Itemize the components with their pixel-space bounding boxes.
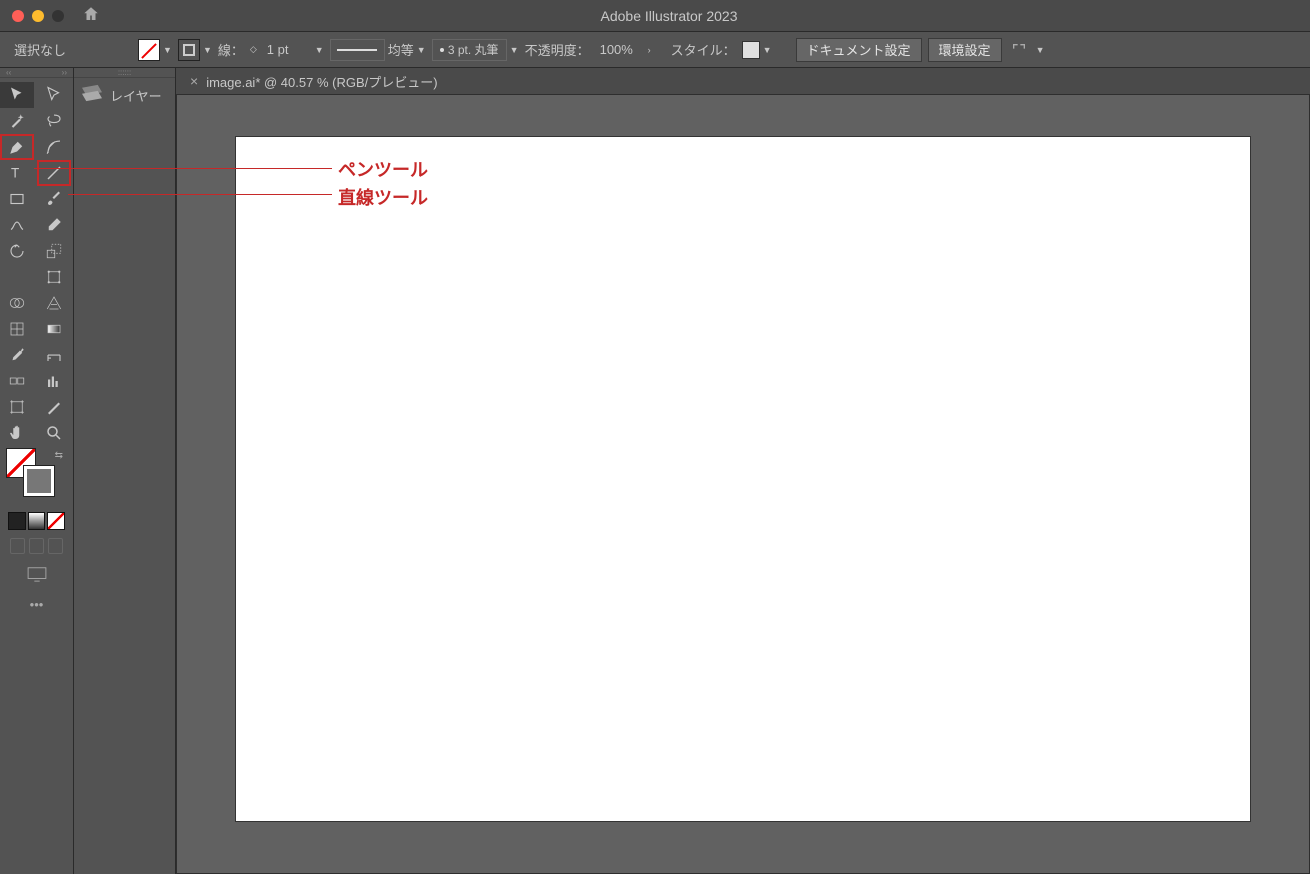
color-mode-none[interactable] — [47, 512, 65, 530]
hand-tool[interactable] — [0, 420, 34, 446]
panels-dock: :::::: レイヤー — [74, 68, 176, 874]
toolbar-panel: ‹‹›› T ⇆ — [0, 68, 74, 874]
layers-panel-tab[interactable]: レイヤー — [74, 78, 175, 112]
preferences-button[interactable]: 環境設定 — [928, 38, 1002, 62]
type-tool[interactable]: T — [0, 160, 34, 186]
fill-swatch-dropdown[interactable]: ▼ — [138, 39, 172, 61]
document-tab-title: image.ai* @ 40.57 % (RGB/プレビュー) — [206, 72, 437, 91]
layers-label: レイヤー — [110, 86, 162, 105]
stroke-swatch-dropdown[interactable]: ▼ — [178, 39, 212, 61]
home-icon[interactable] — [82, 5, 100, 26]
edit-toolbar-icon[interactable]: ••• — [0, 591, 73, 618]
control-bar: 選択なし ▼ ▼ 線： ◇ ▼ 均等▼ 3 pt. 丸筆▼ 不透明度： › スタ… — [0, 32, 1310, 68]
stroke-icon — [178, 39, 200, 61]
gradient-tool[interactable] — [37, 316, 71, 342]
stroke-label: 線： — [218, 40, 244, 59]
magic-wand-tool[interactable] — [0, 108, 34, 134]
opacity-input[interactable] — [596, 39, 642, 61]
canvas-area: × image.ai* @ 40.57 % (RGB/プレビュー) — [176, 68, 1310, 874]
style-label: スタイル： — [671, 40, 736, 59]
stroke-width-caret-icon[interactable]: ▼ — [315, 45, 324, 55]
style-dropdown[interactable]: ▼ — [742, 41, 772, 59]
window-minimize-button[interactable] — [32, 10, 44, 22]
shape-builder-tool[interactable] — [0, 290, 34, 316]
screen-mode-icon[interactable] — [0, 560, 73, 591]
rectangle-tool[interactable] — [0, 186, 34, 212]
artboard-tool[interactable] — [0, 394, 34, 420]
perspective-grid-tool[interactable] — [37, 290, 71, 316]
window-close-button[interactable] — [12, 10, 24, 22]
swap-fill-stroke-icon[interactable]: ⇆ — [55, 450, 63, 461]
rotate-tool[interactable] — [0, 238, 34, 264]
none-fill-icon — [138, 39, 160, 61]
draw-inside-icon[interactable] — [48, 538, 63, 554]
mesh-tool[interactable] — [0, 316, 34, 342]
svg-text:T: T — [11, 166, 19, 181]
selection-status: 選択なし — [14, 40, 66, 59]
color-mode-solid[interactable] — [8, 512, 26, 530]
fill-stroke-area[interactable]: ⇆ — [0, 446, 73, 508]
measure-tool[interactable] — [37, 342, 71, 368]
color-mode-gradient[interactable] — [28, 512, 46, 530]
width-tool[interactable] — [0, 264, 34, 290]
free-transform-tool[interactable] — [37, 264, 71, 290]
opacity-label: 不透明度： — [525, 40, 590, 59]
stroke-width-input[interactable] — [263, 39, 309, 61]
curvature-tool[interactable] — [37, 134, 71, 160]
traffic-lights — [12, 10, 64, 22]
window-titlebar: Adobe Illustrator 2023 — [0, 0, 1310, 32]
document-tab-bar: × image.ai* @ 40.57 % (RGB/プレビュー) — [176, 68, 1310, 94]
controlbar-caret-icon[interactable]: ▼ — [1036, 45, 1045, 55]
paintbrush-tool[interactable] — [37, 186, 71, 212]
stroke-profile-dropdown[interactable]: 均等▼ — [330, 39, 426, 61]
slice-tool[interactable] — [37, 394, 71, 420]
line-segment-tool[interactable] — [37, 160, 71, 186]
eyedropper-tool[interactable] — [0, 342, 34, 368]
column-graph-tool[interactable] — [37, 368, 71, 394]
artboard[interactable] — [236, 137, 1250, 821]
lasso-tool[interactable] — [37, 108, 71, 134]
eraser-tool[interactable] — [37, 212, 71, 238]
blend-tool[interactable] — [0, 368, 34, 394]
zoom-tool[interactable] — [37, 420, 71, 446]
stroke-stepper-icon[interactable]: ◇ — [250, 44, 257, 55]
shaper-tool[interactable] — [0, 212, 34, 238]
direct-selection-tool[interactable] — [37, 82, 71, 108]
brush-dropdown[interactable]: 3 pt. 丸筆▼ — [432, 39, 519, 61]
stroke-swatch[interactable] — [24, 466, 54, 496]
style-swatch-icon — [742, 41, 760, 59]
draw-normal-icon[interactable] — [10, 538, 25, 554]
scale-tool[interactable] — [37, 238, 71, 264]
document-setup-button[interactable]: ドキュメント設定 — [796, 38, 922, 62]
draw-mode-row — [0, 532, 73, 560]
draw-behind-icon[interactable] — [29, 538, 44, 554]
opacity-caret-icon[interactable]: › — [648, 45, 651, 55]
app-title: Adobe Illustrator 2023 — [100, 8, 1238, 24]
window-zoom-button[interactable] — [52, 10, 64, 22]
isolate-panel-icon[interactable] — [1008, 39, 1030, 61]
document-tab[interactable]: × image.ai* @ 40.57 % (RGB/プレビュー) — [176, 68, 452, 94]
canvas-viewport[interactable] — [176, 94, 1310, 874]
selection-tool[interactable] — [0, 82, 34, 108]
layers-icon — [84, 86, 102, 104]
close-tab-icon[interactable]: × — [190, 73, 198, 89]
pen-tool[interactable] — [0, 134, 34, 160]
